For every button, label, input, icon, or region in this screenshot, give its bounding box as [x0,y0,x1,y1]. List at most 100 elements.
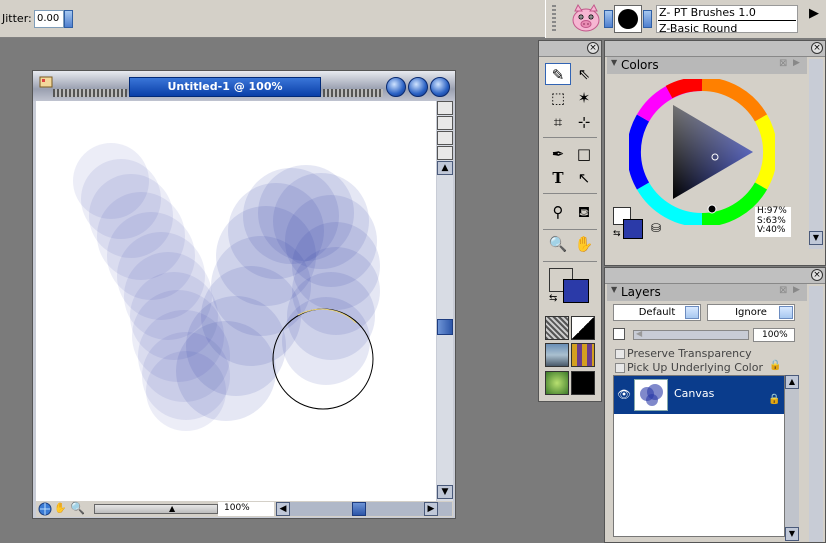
magic-wand-icon[interactable]: ✶ [571,87,597,109]
brush-variant-name: Z-Basic Round [659,22,738,35]
opacity-value[interactable]: 100% [753,328,795,342]
main-color-swatch[interactable] [623,219,643,239]
collapse-triangle-icon[interactable]: ▼ [611,285,617,294]
divider [543,137,597,138]
collapse-triangle-icon[interactable]: ▼ [611,58,617,67]
scroll-up-arrow-icon[interactable]: ▲ [785,375,799,389]
layer-list: 👁 Canvas 🔒 [613,375,785,537]
layout-grid-icon[interactable] [437,116,453,130]
jitter-input[interactable]: 0.00 [34,10,64,28]
gradient-icon[interactable] [571,316,595,340]
layers-panel-scrollbar[interactable] [809,286,823,542]
close-icon[interactable]: × [811,42,823,54]
minimize-button[interactable] [386,77,406,97]
brush-category-name: Z- PT Brushes 1.0 [659,6,756,19]
swap-colors-icon[interactable]: ⇆ [549,293,557,304]
layer-row[interactable]: 👁 Canvas 🔒 [614,376,784,414]
scroll-thumb[interactable] [352,502,366,516]
dropdown-arrow-icon[interactable] [779,306,793,319]
lock-icon[interactable]: 🔒 [768,394,780,405]
text-tool-icon[interactable]: T [545,167,571,189]
layers-panel-header[interactable]: × [605,268,825,284]
dropdown-arrow-icon[interactable] [685,306,699,319]
crop-icon[interactable]: ⌗ [545,111,571,133]
nozzle-icon[interactable] [545,371,569,395]
zoom-slider[interactable]: ▲ [94,504,218,514]
preserve-transparency-checkbox[interactable] [615,349,625,359]
grip-handle [323,89,383,97]
horizontal-scrollbar[interactable]: ◀ ▶ [276,502,452,516]
globe-icon[interactable] [38,502,52,516]
layers-scrollbar[interactable]: ▲ ▼ [785,375,799,541]
brush-category-spinner[interactable] [604,10,613,28]
layer-mask-icon[interactable] [613,328,625,340]
toolbox-header[interactable]: × [539,41,601,57]
dropper-icon[interactable]: ⚲ [545,201,571,223]
slider-thumb[interactable]: ▲ [169,504,175,513]
color-wheel[interactable] [626,76,778,228]
grid-icon[interactable] [437,101,453,115]
colors-panel-header[interactable]: × [605,41,825,57]
rectangular-selection-icon[interactable]: ⬚ [545,87,571,109]
paint-bucket-icon[interactable]: ⛾ [571,201,597,223]
layers-title-bar[interactable]: ▼ Layers ⊠ ▶ [607,284,807,301]
grabber-hand-icon[interactable]: ✋ [54,502,68,516]
magnifier-icon[interactable]: 🔍 [545,233,571,255]
colors-scrollbar[interactable]: ▼ [809,59,823,249]
close-button[interactable] [430,77,450,97]
panel-menu-icon[interactable]: ⊠ [779,58,787,69]
selection-adjuster-icon[interactable]: ⊹ [571,111,597,133]
visibility-eye-icon[interactable]: 👁 [617,388,631,401]
grabber-icon[interactable]: ✋ [571,233,597,255]
swap-colors-icon[interactable]: ⇆ [613,229,621,239]
scroll-right-arrow-icon[interactable]: ▶ [424,502,438,516]
scroll-thumb[interactable] [437,319,453,335]
scroll-left-arrow-icon[interactable]: ◀ [276,502,290,516]
brush-tool-icon[interactable]: ✎ [545,63,571,85]
looks-icon[interactable] [571,371,595,395]
drawing-canvas[interactable] [36,101,436,501]
zoom-value[interactable]: 100% [218,502,274,516]
panel-arrow-icon[interactable]: ▶ [793,58,800,68]
slider-left-arrow-icon[interactable]: ◀ [636,329,642,338]
scroll-down-arrow-icon[interactable]: ▼ [785,527,799,541]
title-bar[interactable]: Untitled-1 @ 100% [33,71,455,101]
value-value: V:40% [757,225,786,235]
round-dab-icon [618,9,638,29]
brush-variant-spinner[interactable] [643,10,652,28]
brush-dab-preview[interactable] [614,5,642,33]
layer-adjuster-icon[interactable]: ⇖ [571,63,597,85]
shape-selection-icon[interactable]: ↖ [571,167,597,189]
hsv-readout: H:97% S:63% V:40% [755,206,791,237]
weaving-icon[interactable] [571,343,595,367]
maximize-button[interactable] [408,77,428,97]
panel-menu-icon[interactable]: ⊠ [779,285,787,296]
pattern-icon[interactable] [545,343,569,367]
panel-arrow-icon[interactable]: ▶ [793,285,800,295]
zoom-magnifier-icon[interactable]: 🔍 [70,501,86,517]
painter-hand-icon[interactable] [39,75,53,89]
scroll-up-arrow-icon[interactable]: ▲ [437,161,453,175]
scroll-down-arrow-icon[interactable]: ▼ [437,485,453,499]
lock-icon[interactable]: 🔒 [769,360,781,371]
paper-texture-icon[interactable] [545,316,569,340]
rectangle-shape-icon[interactable]: □ [571,143,597,165]
jitter-spinner[interactable] [64,10,73,28]
pen-icon[interactable]: ✒ [545,143,571,165]
colors-title-bar[interactable]: ▼ Colors ⊠ ▶ [607,57,807,74]
pig-icon[interactable] [568,3,604,33]
scroll-down-arrow-icon[interactable]: ▼ [809,231,823,245]
main-color-swatch[interactable] [563,279,589,303]
vertical-scrollbar[interactable]: ▲ ▼ [437,101,453,501]
close-icon[interactable]: × [811,269,823,281]
triangle-right-icon[interactable]: ▶ [809,6,819,21]
grip-handle[interactable] [552,5,556,33]
colors-title: Colors [621,58,659,72]
pick-up-underlying-checkbox[interactable] [615,363,625,373]
image-hose-icon[interactable] [437,146,453,160]
tracing-paper-icon[interactable] [437,131,453,145]
close-icon[interactable]: × [587,42,599,54]
opacity-slider[interactable]: ◀ [633,329,749,340]
clone-color-icon[interactable]: ⛁ [651,221,661,235]
divider [658,20,796,21]
